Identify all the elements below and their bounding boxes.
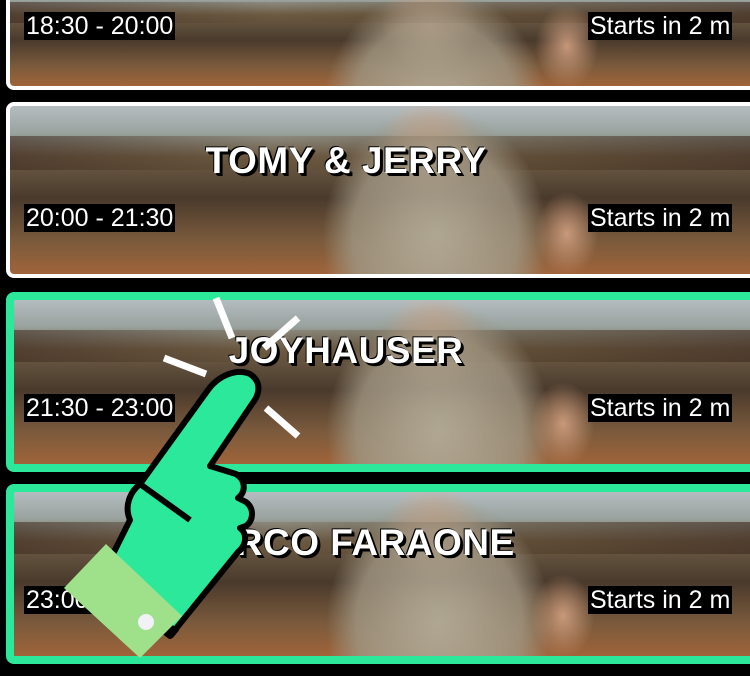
- event-time: 20:00 - 21:30: [24, 204, 176, 232]
- event-starts-in: Starts in 2 m: [588, 204, 733, 232]
- event-card[interactable]: 18:30 - 20:00 Starts in 2 m: [6, 0, 750, 90]
- event-starts-in: Starts in 2 m: [588, 12, 733, 40]
- event-starts-in: Starts in 2 m: [588, 394, 733, 422]
- event-card[interactable]: TOMY & JERRY 20:00 - 21:30 Starts in 2 m: [6, 102, 750, 278]
- hand-shape: [64, 369, 262, 658]
- event-title: TOMY & JERRY: [205, 140, 487, 181]
- tap-hand-icon: [64, 296, 301, 658]
- event-time: 18:30 - 20:00: [24, 12, 176, 40]
- event-starts-in: Starts in 2 m: [588, 586, 733, 614]
